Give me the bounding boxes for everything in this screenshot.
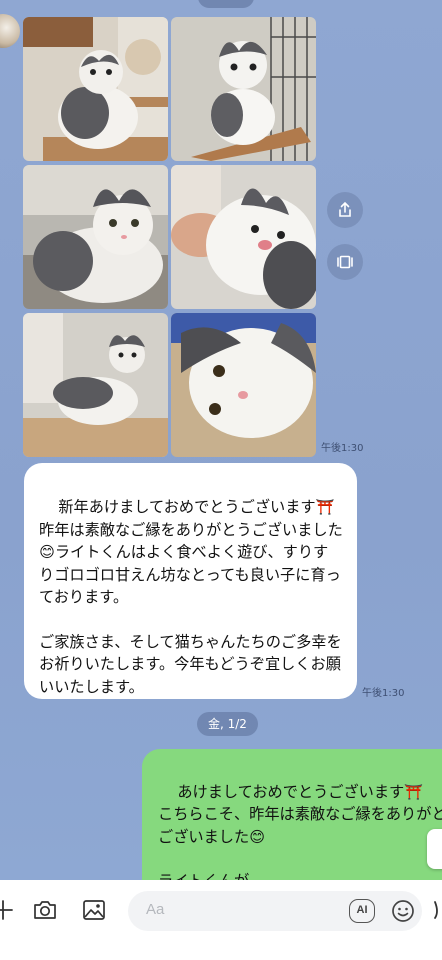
cat-photo[interactable] <box>171 17 316 161</box>
microphone-icon[interactable] <box>433 898 442 927</box>
message-time: 午後1:30 <box>362 688 405 699</box>
message-time: 午後1:30 <box>321 443 364 454</box>
share-button[interactable] <box>327 192 363 228</box>
plus-icon <box>0 900 13 920</box>
outgoing-message-bubble[interactable]: あけましておめでとうございます⛩️ こちらこそ、昨年は素敵なご縁をありがとうござ… <box>142 749 442 880</box>
message-input[interactable] <box>128 891 422 931</box>
cat-photo[interactable] <box>23 165 168 309</box>
incoming-message-bubble[interactable]: 新年あけましておめでとうございます⛩️ 昨年は素敵なご縁をありがとうございました… <box>24 463 357 699</box>
message-text: あけましておめでとうございます⛩️ こちらこそ、昨年は素敵なご縁をありがとうござ… <box>158 783 442 880</box>
cat-photo[interactable] <box>171 313 316 457</box>
plus-button[interactable] <box>0 898 14 922</box>
emoji-button[interactable] <box>391 899 415 923</box>
album-icon <box>337 255 353 269</box>
chat-area[interactable]: 午後1:30 新年あけましておめでとうございます⛩️ 昨年は素敵なご縁をありがと… <box>0 0 442 880</box>
scroll-down-chip[interactable] <box>427 829 442 869</box>
message-text: 新年あけましておめでとうございます⛩️ 昨年は素敵なご縁をありがとうございました… <box>39 498 343 696</box>
camera-icon <box>34 901 56 919</box>
camera-button[interactable] <box>32 898 58 922</box>
avatar[interactable] <box>0 14 20 48</box>
date-separator-top <box>198 0 254 8</box>
photo-album-message[interactable] <box>23 17 316 457</box>
message-input-placeholder: Aa <box>146 901 165 918</box>
image-button[interactable] <box>81 898 107 922</box>
share-icon <box>339 201 351 217</box>
image-icon <box>83 900 105 920</box>
cat-photo[interactable] <box>23 17 168 161</box>
cat-photo[interactable] <box>23 313 168 457</box>
ai-button[interactable]: AI <box>349 899 375 923</box>
album-button[interactable] <box>327 244 363 280</box>
date-separator: 金, 1/2 <box>197 712 258 736</box>
emoji-icon <box>392 900 414 922</box>
cat-photo[interactable] <box>171 165 316 309</box>
